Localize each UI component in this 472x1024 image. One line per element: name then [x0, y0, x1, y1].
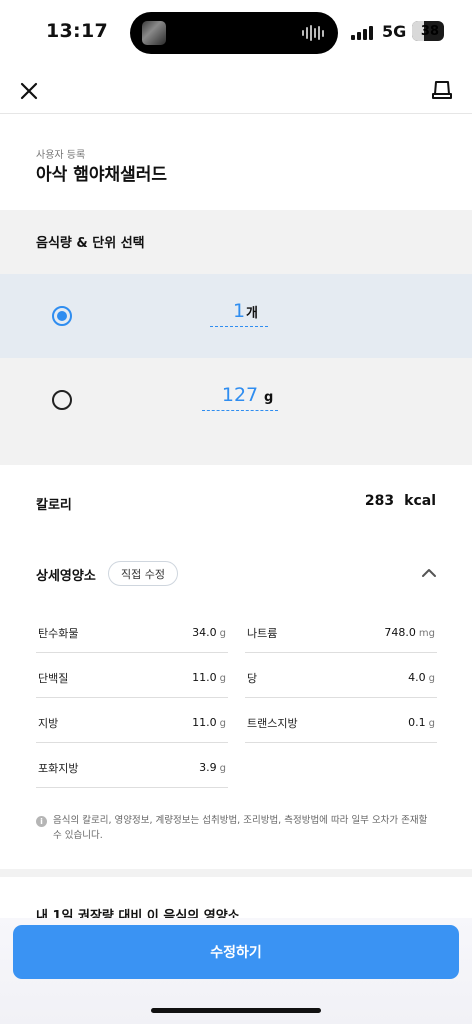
nutrient-name: 지방	[38, 717, 59, 730]
edit-directly-button[interactable]: 직접 수정	[108, 561, 178, 586]
audio-waveform-icon	[302, 25, 324, 41]
unit-label: 개	[246, 306, 258, 321]
nutrient-trans-fat: 트랜스지방 0.1 g	[245, 698, 437, 743]
section-divider	[0, 869, 472, 877]
nutrient-value: 34.0 g	[192, 626, 226, 639]
nutrient-value: 3.9 g	[199, 761, 226, 774]
amount-group: 1 개	[210, 300, 268, 327]
nutrition-notice: i 음식의 칼로리, 영양정보, 계량정보는 섭취방법, 조리방법, 측정방법에…	[36, 813, 438, 843]
nutrient-name: 나트륨	[247, 627, 278, 640]
nutrient-name: 단백질	[38, 672, 69, 685]
battery-level: 38	[420, 23, 439, 39]
nutrient-name: 포화지방	[38, 762, 79, 775]
nutrient-value: 748.0 mg	[384, 626, 435, 639]
network-type: 5G	[382, 22, 407, 41]
nutrient-protein: 단백질 11.0 g	[36, 653, 228, 698]
nutrient-sugar: 당 4.0 g	[245, 653, 437, 698]
nutrient-name: 트랜스지방	[247, 717, 298, 730]
nutrient-value: 4.0 g	[408, 671, 435, 684]
radio-selected-icon[interactable]	[52, 306, 72, 326]
food-source-label: 사용자 등록	[36, 150, 86, 161]
nutrient-value: 11.0 g	[192, 716, 226, 729]
notice-text: 음식의 칼로리, 영양정보, 계량정보는 섭취방법, 조리방법, 측정방법에 따…	[53, 815, 428, 841]
nutrient-saturated-fat: 포화지방 3.9 g	[36, 743, 228, 788]
close-button[interactable]	[16, 78, 42, 104]
calorie-unit: kcal	[404, 493, 436, 509]
dynamic-island[interactable]	[130, 12, 338, 54]
save-button[interactable]	[430, 78, 454, 102]
amount-input[interactable]: 1	[210, 300, 268, 327]
collapse-button[interactable]	[420, 564, 438, 582]
cellular-signal-icon	[351, 25, 375, 40]
radio-unselected-icon[interactable]	[52, 390, 72, 410]
detail-nutrients-title: 상세영양소	[36, 569, 96, 584]
home-indicator[interactable]	[151, 1008, 321, 1013]
info-icon: i	[36, 816, 47, 827]
unit-option-piece[interactable]: 1 개	[0, 274, 472, 358]
calorie-value-group: 283 kcal	[365, 493, 436, 509]
food-name: 아삭 햄야채샐러드	[36, 165, 168, 185]
nutrient-carbs: 탄수화물 34.0 g	[36, 608, 228, 653]
status-time: 13:17	[46, 20, 108, 42]
unit-section-title: 음식량 & 단위 선택	[36, 236, 145, 251]
amount-group: 127 g	[202, 384, 278, 411]
nutrient-name: 탄수화물	[38, 627, 79, 640]
status-bar: 13:17 5G 38	[0, 0, 472, 66]
unit-selection-section: 음식량 & 단위 선택 1 개 127 g	[0, 210, 472, 465]
close-icon	[20, 82, 38, 100]
submit-edit-button[interactable]: 수정하기	[13, 925, 459, 979]
unit-label: g	[264, 390, 274, 405]
nutrient-value: 0.1 g	[408, 716, 435, 729]
battery-icon: 38	[412, 21, 444, 41]
calorie-value: 283	[364, 493, 395, 509]
nutrient-value: 11.0 g	[192, 671, 226, 684]
save-icon	[432, 81, 452, 99]
nutrient-name: 당	[247, 672, 258, 685]
now-playing-artwork	[142, 21, 166, 45]
nutrient-fat: 지방 11.0 g	[36, 698, 228, 743]
top-bar	[0, 66, 472, 114]
chevron-up-icon	[422, 569, 436, 577]
unit-option-gram[interactable]: 127 g	[0, 358, 472, 442]
calorie-label: 칼로리	[36, 498, 72, 513]
nutrient-sodium: 나트륨 748.0 mg	[245, 608, 437, 653]
